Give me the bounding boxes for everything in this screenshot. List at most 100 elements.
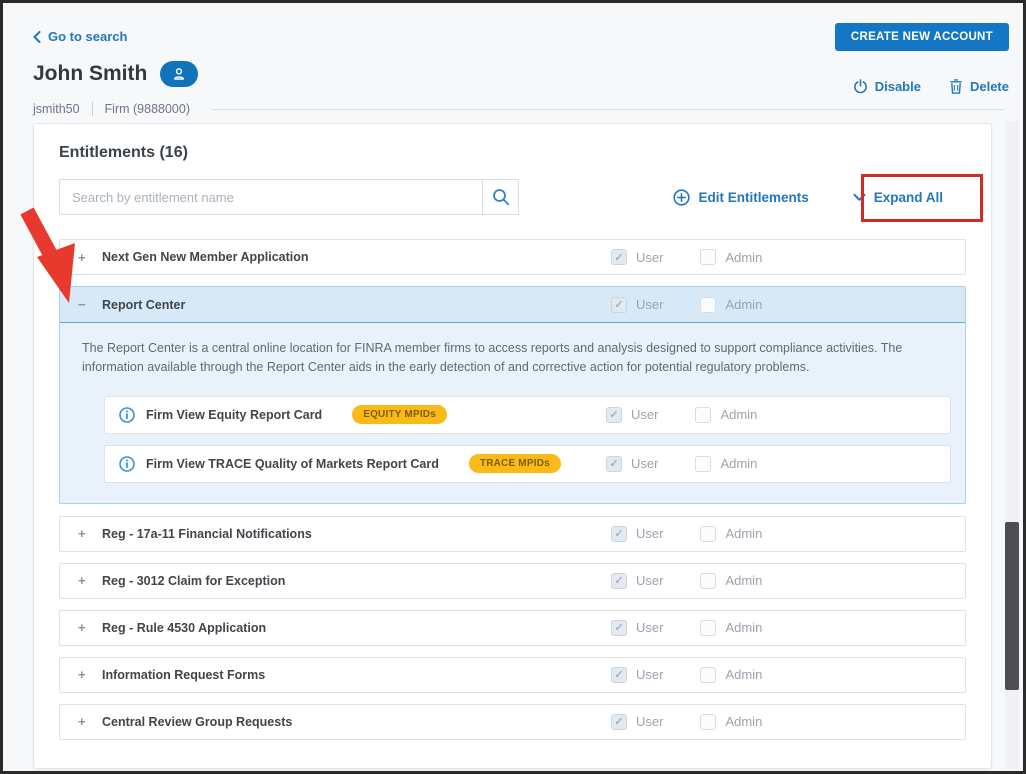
admin-checkbox[interactable] [695,456,711,472]
user-checkbox-pair: ✓ User [606,456,658,472]
expand-plus-icon[interactable]: + [78,573,102,588]
user-checkbox[interactable]: ✓ [611,297,627,313]
admin-checkbox[interactable] [700,620,716,636]
entitlement-row[interactable]: + Reg - 17a-11 Financial Notifications ✓… [59,516,966,552]
checkbox-group: ✓ User Admin [611,526,949,542]
go-to-search-label: Go to search [48,29,127,44]
search-input[interactable] [59,179,482,215]
scrollbar-thumb[interactable] [1005,522,1019,690]
edit-entitlements-link[interactable]: Edit Entitlements [673,189,808,206]
checkbox-group: ✓ User Admin [611,297,949,313]
admin-checkbox-pair: Admin [695,456,757,472]
entitlement-row[interactable]: + Central Review Group Requests ✓ User A… [59,704,966,740]
user-label: User [636,714,663,729]
person-icon [172,67,186,81]
expand-plus-icon[interactable]: + [78,620,102,635]
expand-plus-icon[interactable]: + [78,714,102,729]
user-checkbox-pair: ✓ User [611,526,663,542]
check-icon: ✓ [609,408,618,421]
entitlement-row[interactable]: + Next Gen New Member Application ✓ User… [59,239,966,275]
user-label: User [636,250,663,265]
admin-checkbox[interactable] [700,714,716,730]
admin-label: Admin [725,573,762,588]
user-checkbox[interactable]: ✓ [606,407,622,423]
checkbox-group: ✓ User Admin [611,714,949,730]
expand-plus-icon[interactable]: + [78,526,102,541]
child-entitlement-row[interactable]: Firm View TRACE Quality of Markets Repor… [104,445,951,483]
check-icon: ✓ [614,668,623,681]
admin-label: Admin [725,250,762,265]
entitlement-row[interactable]: + Reg - 3012 Claim for Exception ✓ User … [59,563,966,599]
delete-button[interactable]: Delete [949,79,1009,94]
user-checkbox[interactable]: ✓ [611,667,627,683]
user-checkbox-pair: ✓ User [611,620,663,636]
entitlement-row[interactable]: + Reg - Rule 4530 Application ✓ User Adm… [59,610,966,646]
plus-circle-icon [673,189,690,206]
admin-label: Admin [725,620,762,635]
user-label: User [631,407,658,422]
collapse-minus-icon[interactable]: − [78,297,102,312]
checkbox-group: ✓ User Admin [611,667,949,683]
user-checkbox-pair: ✓ User [611,249,663,265]
expand-plus-icon[interactable]: + [78,250,102,265]
create-new-account-button[interactable]: CREATE NEW ACCOUNT [835,23,1009,51]
admin-checkbox[interactable] [700,526,716,542]
admin-checkbox[interactable] [700,297,716,313]
mpid-badge: EQUITY MPIDs [352,405,447,424]
entitlements-toolbar: Edit Entitlements Expand All [673,189,943,206]
user-checkbox-pair: ✓ User [611,297,663,313]
go-to-search-link[interactable]: Go to search [33,29,127,44]
chevron-down-icon [853,193,866,202]
disable-button[interactable]: Disable [853,79,921,94]
user-label: User [636,620,663,635]
subline-divider [92,102,93,116]
admin-label: Admin [720,456,757,471]
user-checkbox[interactable]: ✓ [611,714,627,730]
admin-checkbox-pair: Admin [700,620,762,636]
firm-label: Firm (9888000) [105,102,190,116]
entitlement-name: Reg - 3012 Claim for Exception [102,574,285,588]
search-icon [492,188,510,206]
admin-checkbox[interactable] [700,249,716,265]
admin-checkbox-pair: Admin [700,297,762,313]
expand-plus-icon[interactable]: + [78,667,102,682]
info-icon[interactable] [119,456,135,472]
admin-checkbox[interactable] [700,573,716,589]
admin-checkbox[interactable] [695,407,711,423]
entitlement-description: The Report Center is a central online lo… [60,323,965,392]
user-checkbox[interactable]: ✓ [606,456,622,472]
search-button[interactable] [482,179,519,215]
disable-label: Disable [875,79,921,94]
user-checkbox[interactable]: ✓ [611,526,627,542]
child-entitlements: Firm View Equity Report Card EQUITY MPID… [60,392,965,503]
entitlement-row-expanded[interactable]: − Report Center ✓ User Admin [60,287,965,323]
user-label: User [636,667,663,682]
checkbox-group: ✓ User Admin [606,407,936,423]
entitlements-panel: Entitlements (16) Edit Entitlements Expa… [33,123,992,769]
entitlement-group-report-center: − Report Center ✓ User Admin The Report … [59,286,966,504]
info-icon[interactable] [119,407,135,423]
power-icon [853,79,868,94]
user-checkbox[interactable]: ✓ [611,620,627,636]
entitlement-search [59,179,519,215]
user-id: jsmith50 [33,102,80,116]
entitlement-name: Report Center [102,298,185,312]
admin-checkbox-pair: Admin [695,407,757,423]
admin-checkbox[interactable] [700,667,716,683]
admin-label: Admin [720,407,757,422]
checkbox-group: ✓ User Admin [611,249,949,265]
checkbox-group: ✓ User Admin [606,456,936,472]
expand-all-link[interactable]: Expand All [853,189,943,206]
user-checkbox-pair: ✓ User [611,667,663,683]
entitlement-row[interactable]: + Information Request Forms ✓ User Admin [59,657,966,693]
user-checkbox-pair: ✓ User [611,573,663,589]
entitlement-rows: + Next Gen New Member Application ✓ User… [59,239,966,740]
user-checkbox[interactable]: ✓ [611,573,627,589]
user-checkbox-pair: ✓ User [606,407,658,423]
child-entitlement-row[interactable]: Firm View Equity Report Card EQUITY MPID… [104,396,951,434]
entitlement-name: Next Gen New Member Application [102,250,309,264]
user-label: User [636,297,663,312]
delete-label: Delete [970,79,1009,94]
trash-icon [949,79,963,94]
user-checkbox[interactable]: ✓ [611,249,627,265]
